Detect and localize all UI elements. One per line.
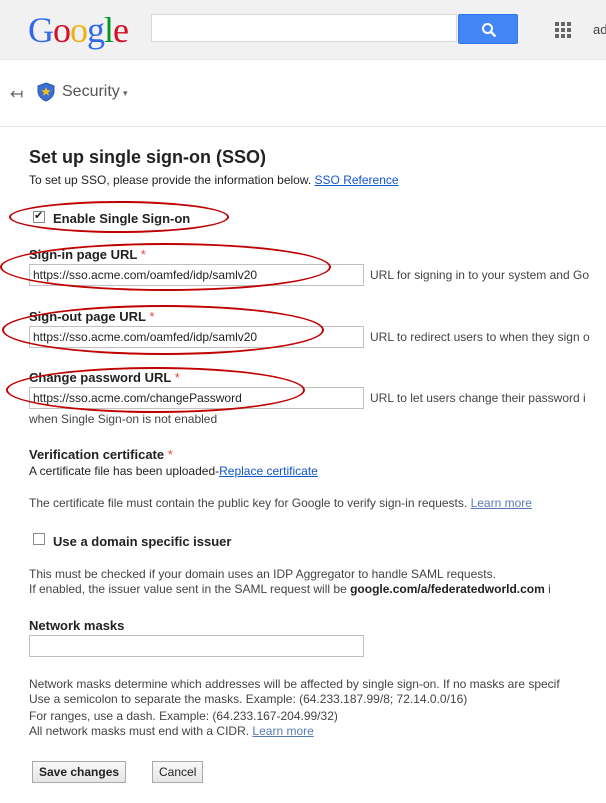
domain-issuer-checkbox[interactable] bbox=[33, 533, 45, 545]
intro-label: To set up SSO, please provide the inform… bbox=[29, 173, 312, 187]
network-masks-note-line4: All network masks must end with a CIDR. … bbox=[29, 724, 314, 738]
required-marker: * bbox=[140, 247, 146, 262]
required-marker: * bbox=[149, 309, 155, 324]
network-masks-label: Network masks bbox=[29, 618, 125, 633]
required-marker: * bbox=[174, 370, 180, 385]
issuer-note-line2: If enabled, the issuer value sent in the… bbox=[29, 582, 551, 596]
change-password-hint: URL to let users change their password i bbox=[370, 391, 586, 405]
change-password-url-field[interactable] bbox=[29, 387, 364, 409]
network-masks-note-line4-text: All network masks must end with a CIDR. bbox=[29, 724, 250, 738]
logo-letter: G bbox=[28, 10, 54, 50]
top-bar: Google ad bbox=[0, 0, 606, 60]
signin-url-label: Sign-in page URL * bbox=[29, 247, 146, 262]
save-changes-button[interactable]: Save changes bbox=[32, 761, 127, 783]
signin-url-label-text: Sign-in page URL bbox=[29, 247, 138, 262]
search-button[interactable] bbox=[458, 14, 518, 44]
replace-certificate-link[interactable]: Replace certificate bbox=[219, 464, 318, 478]
back-arrow-icon[interactable]: ↤ bbox=[10, 84, 23, 104]
certificate-note: The certificate file must contain the pu… bbox=[29, 496, 532, 510]
learn-more-link[interactable]: Learn more bbox=[471, 496, 532, 510]
certificate-status-text: A certificate file has been uploaded- bbox=[29, 464, 220, 478]
logo-letter: e bbox=[113, 10, 129, 50]
shield-icon bbox=[37, 82, 55, 102]
logo-letter: l bbox=[104, 10, 114, 50]
issuer-note-prefix: If enabled, the issuer value sent in the… bbox=[29, 582, 347, 596]
change-password-url-label: Change password URL * bbox=[29, 370, 180, 385]
certificate-label: Verification certificate * bbox=[29, 447, 173, 462]
search-input[interactable] bbox=[151, 14, 457, 42]
signout-url-hint: URL to redirect users to when they sign … bbox=[370, 330, 590, 344]
logo-letter: o bbox=[70, 10, 88, 50]
breadcrumb-security[interactable]: Security bbox=[62, 83, 120, 101]
intro-text: To set up SSO, please provide the inform… bbox=[29, 173, 399, 187]
network-masks-note-line3: For ranges, use a dash. Example: (64.233… bbox=[29, 709, 338, 723]
signout-url-label-text: Sign-out page URL bbox=[29, 309, 146, 324]
issuer-note-suffix: i bbox=[548, 582, 551, 596]
signin-url-field[interactable] bbox=[29, 264, 364, 286]
required-marker: * bbox=[167, 447, 173, 462]
search-icon bbox=[482, 23, 497, 38]
signin-url-hint: URL for signing in to your system and Go bbox=[370, 268, 589, 282]
network-masks-field[interactable] bbox=[29, 635, 364, 657]
google-logo[interactable]: Google bbox=[28, 10, 129, 50]
apps-grid-icon[interactable] bbox=[555, 22, 571, 38]
logo-letter: g bbox=[87, 10, 105, 50]
certificate-note-text: The certificate file must contain the pu… bbox=[29, 496, 468, 510]
logo-letter: o bbox=[53, 10, 71, 50]
change-password-label-text: Change password URL bbox=[29, 370, 172, 385]
domain-issuer-label: Use a domain specific issuer bbox=[53, 534, 232, 549]
signout-url-field[interactable] bbox=[29, 326, 364, 348]
page-title: Set up single sign-on (SSO) bbox=[29, 147, 267, 167]
certificate-status: A certificate file has been uploaded-Rep… bbox=[29, 464, 318, 478]
learn-more-link[interactable]: Learn more bbox=[252, 724, 313, 738]
account-name[interactable]: ad bbox=[593, 22, 606, 37]
network-masks-note-line1: Network masks determine which addresses … bbox=[29, 677, 560, 691]
chevron-down-icon[interactable]: ▾ bbox=[123, 88, 128, 99]
issuer-value: google.com/a/federatedworld.com bbox=[350, 582, 545, 596]
signout-url-label: Sign-out page URL * bbox=[29, 309, 154, 324]
enable-sso-checkbox[interactable] bbox=[33, 209, 45, 223]
change-password-hint-line2: when Single Sign-on is not enabled bbox=[29, 412, 218, 426]
network-masks-note-line2: Use a semicolon to separate the masks. E… bbox=[29, 692, 468, 706]
certificate-label-text: Verification certificate bbox=[29, 447, 165, 462]
issuer-note-line1: This must be checked if your domain uses… bbox=[29, 567, 496, 581]
cancel-button[interactable]: Cancel bbox=[152, 761, 204, 783]
enable-sso-label: Enable Single Sign-on bbox=[53, 211, 191, 226]
sso-reference-link[interactable]: SSO Reference bbox=[315, 173, 399, 187]
